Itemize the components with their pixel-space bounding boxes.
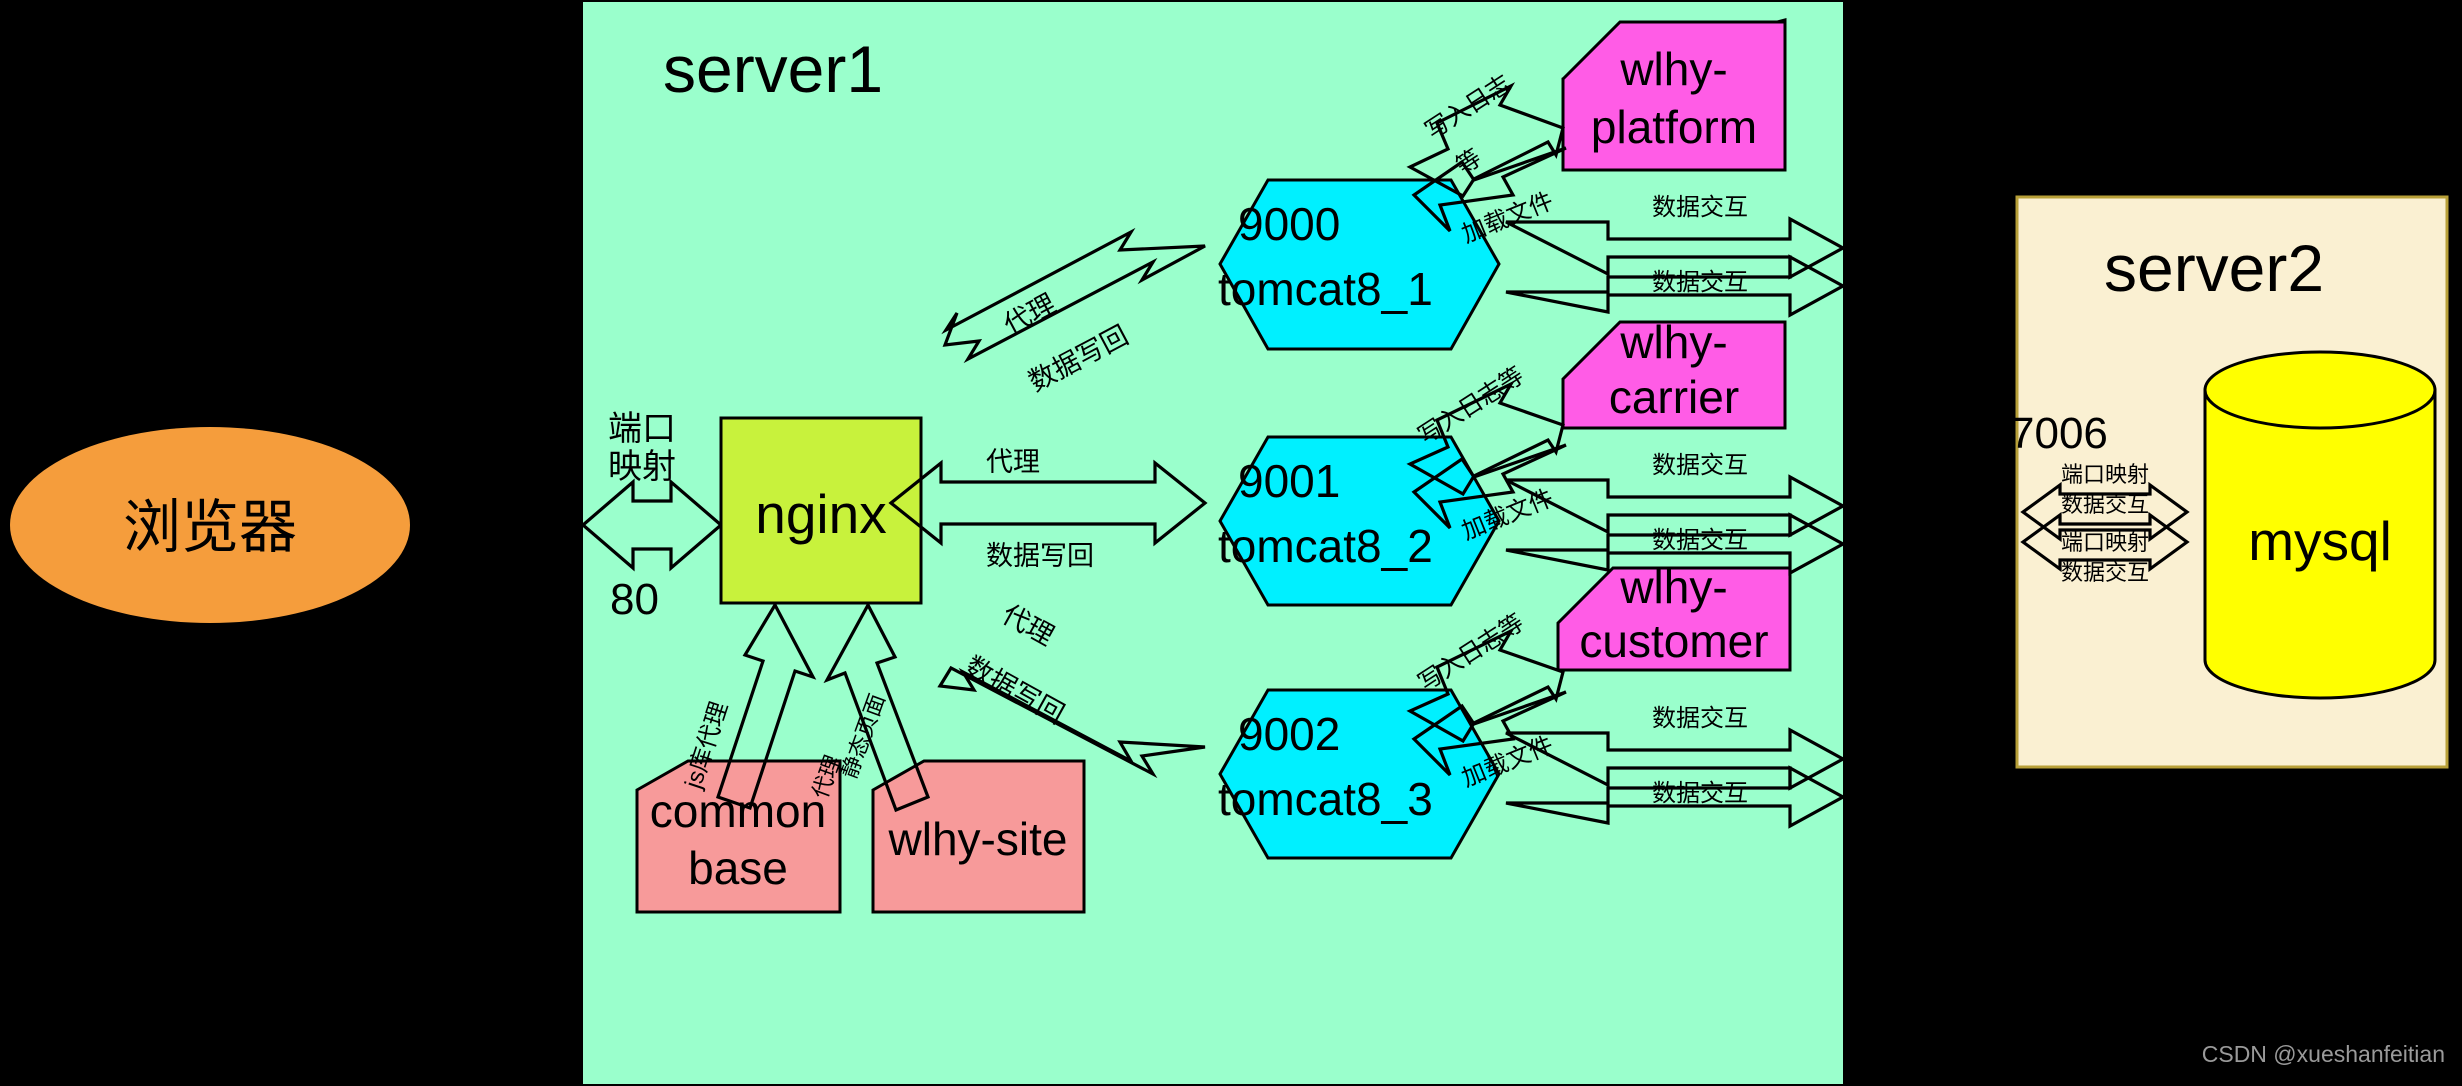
tomcat-name-3: tomcat8_3 (1218, 773, 1433, 825)
tomcat-port-3: 9002 (1238, 708, 1340, 760)
mysql-link-label-lower-l2: 数据交互 (2061, 560, 2149, 585)
mysql-link-label-upper-l2: 数据交互 (2061, 492, 2149, 517)
mysql-link-label-upper-l1: 端口映射 (2061, 462, 2149, 487)
architecture-diagram: server1 server2 浏览器 端口 映射 80 nginx 9000 … (10, 2, 2449, 1084)
data-exchange-label-1a: 数据交互 (1652, 194, 1748, 221)
writeback-label-2: 数据写回 (986, 541, 1094, 571)
module-label-carrier-l1: wlhy- (1619, 316, 1727, 368)
diagram-canvas: server1 server2 浏览器 端口 映射 80 nginx 9000 … (0, 0, 2462, 1086)
data-exchange-label-2b: 数据交互 (1652, 527, 1748, 554)
mysql-label: mysql (2248, 510, 2392, 572)
tomcat-name-1: tomcat8_1 (1218, 263, 1433, 315)
mysql-link-label-lower-l1: 端口映射 (2061, 530, 2149, 555)
port-mapping-label-line2: 映射 (608, 448, 676, 486)
data-exchange-label-3a: 数据交互 (1652, 705, 1748, 732)
tomcat-name-2: tomcat8_2 (1218, 520, 1433, 572)
data-exchange-label-2a: 数据交互 (1652, 452, 1748, 479)
static-label-commonbase-l1: common (650, 785, 826, 837)
server2-title: server2 (2104, 231, 2324, 305)
port-mapping-label-line1: 端口 (608, 410, 676, 448)
tomcat-port-1: 9000 (1238, 198, 1340, 250)
module-label-carrier-l2: carrier (1609, 371, 1739, 423)
static-label-commonbase-l2: base (688, 842, 788, 894)
data-exchange-label-3b: 数据交互 (1652, 780, 1748, 807)
server1-title: server1 (663, 32, 883, 106)
watermark-label: CSDN @xueshanfeitian (2202, 1041, 2445, 1067)
module-label-platform-l2: platform (1591, 101, 1757, 153)
data-exchange-label-1b: 数据交互 (1652, 269, 1748, 296)
static-label-wlhysite: wlhy-site (888, 813, 1068, 865)
nginx-label: nginx (755, 483, 886, 545)
browser-port-number: 80 (610, 575, 659, 624)
module-label-customer-l1: wlhy- (1619, 561, 1727, 613)
browser-label: 浏览器 (123, 495, 297, 560)
module-label-customer-l2: customer (1579, 615, 1768, 667)
module-label-platform-l1: wlhy- (1619, 43, 1727, 95)
proxy-label-2: 代理 (986, 447, 1040, 477)
mysql-port-number: 7006 (2010, 409, 2108, 458)
tomcat-port-2: 9001 (1238, 455, 1340, 507)
